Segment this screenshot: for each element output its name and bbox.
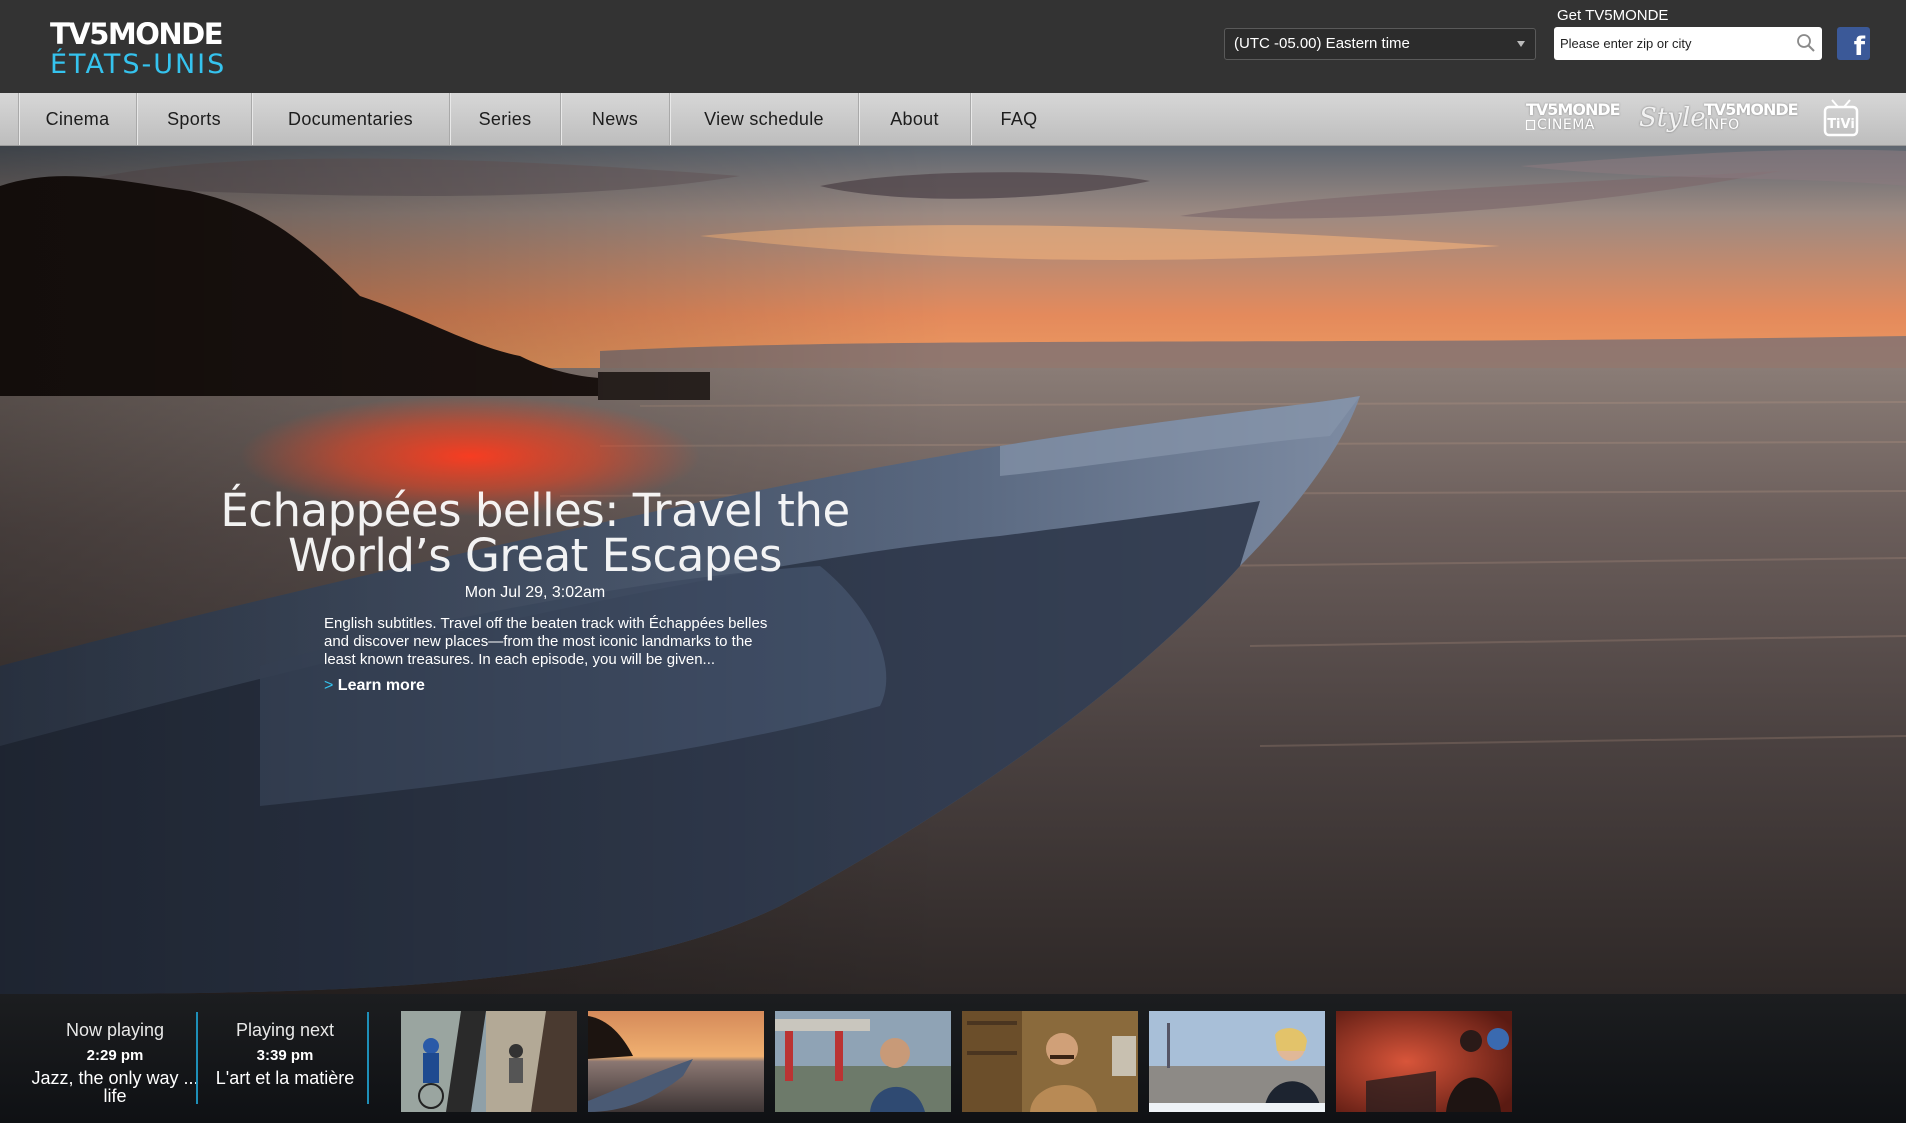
get-tv5monde-label: Get TV5MONDE [1557, 7, 1669, 24]
top-header: TV5MONDE ÉTATS-UNIS (UTC -05.00) Eastern… [0, 0, 1906, 93]
thumbnail-man-mustache-image [962, 1011, 1138, 1112]
playing-next-label: Playing next [235, 1020, 335, 1040]
channel-style[interactable]: Style [1639, 101, 1706, 137]
program-thumbnail[interactable] [962, 1011, 1138, 1112]
playing-next-title: L'art et la matière [215, 1068, 355, 1088]
strip-divider [367, 1012, 369, 1104]
channel-cinema-label: CINEMA [1526, 118, 1620, 133]
channel-style-logo: Style [1639, 103, 1706, 133]
learn-more-link[interactable]: > Learn more [324, 677, 425, 695]
channel-tv5monde-cinema[interactable]: TV5MONDE CINEMA [1526, 100, 1621, 137]
play-icon [1526, 120, 1535, 130]
now-playing-time: 2:29 pm [86, 1047, 144, 1064]
nav-item-view-schedule[interactable]: View schedule [669, 93, 858, 145]
timezone-value: (UTC -05.00) Eastern time [1234, 35, 1410, 52]
facebook-icon[interactable]: f [1837, 27, 1870, 60]
program-thumbnail[interactable] [1149, 1011, 1325, 1112]
playing-next-time: 3:39 pm [256, 1047, 314, 1064]
thumbnail-concert-image [1336, 1011, 1512, 1112]
dropdown-caret-icon [1517, 41, 1525, 47]
zip-search-box [1554, 27, 1822, 60]
channel-tv5monde-info[interactable]: TV5MONDE INFO [1704, 100, 1799, 137]
nav-item-faq[interactable]: FAQ [970, 93, 1067, 145]
learn-more-label: Learn more [337, 677, 425, 694]
program-thumbnail[interactable] [588, 1011, 764, 1112]
thumbnail-man-gas-station-image [775, 1011, 951, 1112]
program-thumbnail[interactable] [1336, 1011, 1512, 1112]
thumbnail-boat-image [588, 1011, 764, 1112]
nav-item-news[interactable]: News [560, 93, 669, 145]
channel-info-wordmark: TV5MONDE [1704, 100, 1799, 119]
program-thumbnail[interactable] [775, 1011, 951, 1112]
channel-tivi[interactable]: TiVi [1822, 99, 1860, 137]
channel-cinema-wordmark: TV5MONDE [1526, 100, 1621, 119]
hero-title-line2: World’s Great Escapes [288, 529, 783, 582]
search-icon[interactable] [1796, 33, 1816, 53]
logo-wordmark: TV5MONDE [50, 17, 224, 51]
logo-region: ÉTATS-UNIS [50, 49, 227, 80]
hero-banner[interactable]: Échappées belles: Travel the World’s Gre… [0, 146, 1906, 994]
nav-list: Cinema Sports Documentaries Series News … [18, 93, 1067, 145]
nav-item-documentaries[interactable]: Documentaries [251, 93, 449, 145]
zip-city-input[interactable] [1554, 27, 1784, 60]
now-playing-label: Now playing [65, 1020, 165, 1040]
hero-datetime: Mon Jul 29, 3:02am [464, 584, 606, 601]
nav-item-sports[interactable]: Sports [136, 93, 251, 145]
playing-next[interactable]: Playing next 3:39 pm L'art et la matière [200, 1020, 370, 1087]
tivi-logo-text: TiVi [1827, 117, 1855, 132]
tivi-logo-icon: TiVi [1823, 99, 1859, 137]
now-playing-title: Jazz, the only way ... life [31, 1068, 199, 1106]
nav-item-about[interactable]: About [858, 93, 970, 145]
thumbnail-news-anchor-image [1149, 1011, 1325, 1112]
channel-info-label: INFO [1704, 117, 1740, 133]
now-playing[interactable]: Now playing 2:29 pm Jazz, the only way .… [30, 1020, 200, 1105]
hero-title[interactable]: Échappées belles: Travel the World’s Gre… [190, 488, 880, 578]
channel-cinema-text: CINEMA [1537, 117, 1595, 133]
program-thumbnail[interactable] [401, 1011, 577, 1112]
timezone-select[interactable]: (UTC -05.00) Eastern time [1224, 28, 1536, 60]
facebook-glyph: f [1853, 32, 1865, 60]
main-nav: Cinema Sports Documentaries Series News … [0, 93, 1906, 146]
nav-item-cinema[interactable]: Cinema [18, 93, 136, 145]
nav-item-series[interactable]: Series [449, 93, 560, 145]
schedule-strip: Now playing 2:29 pm Jazz, the only way .… [0, 994, 1906, 1123]
thumbnail-cycling-image [401, 1011, 577, 1112]
tv5monde-logo[interactable]: TV5MONDE ÉTATS-UNIS [50, 18, 226, 80]
hero-description: English subtitles. Travel off the beaten… [324, 615, 768, 668]
chevron-right-icon: > [324, 677, 334, 694]
strip-divider [196, 1012, 198, 1104]
hero-title-line1: Échappées belles: Travel the [220, 484, 850, 537]
